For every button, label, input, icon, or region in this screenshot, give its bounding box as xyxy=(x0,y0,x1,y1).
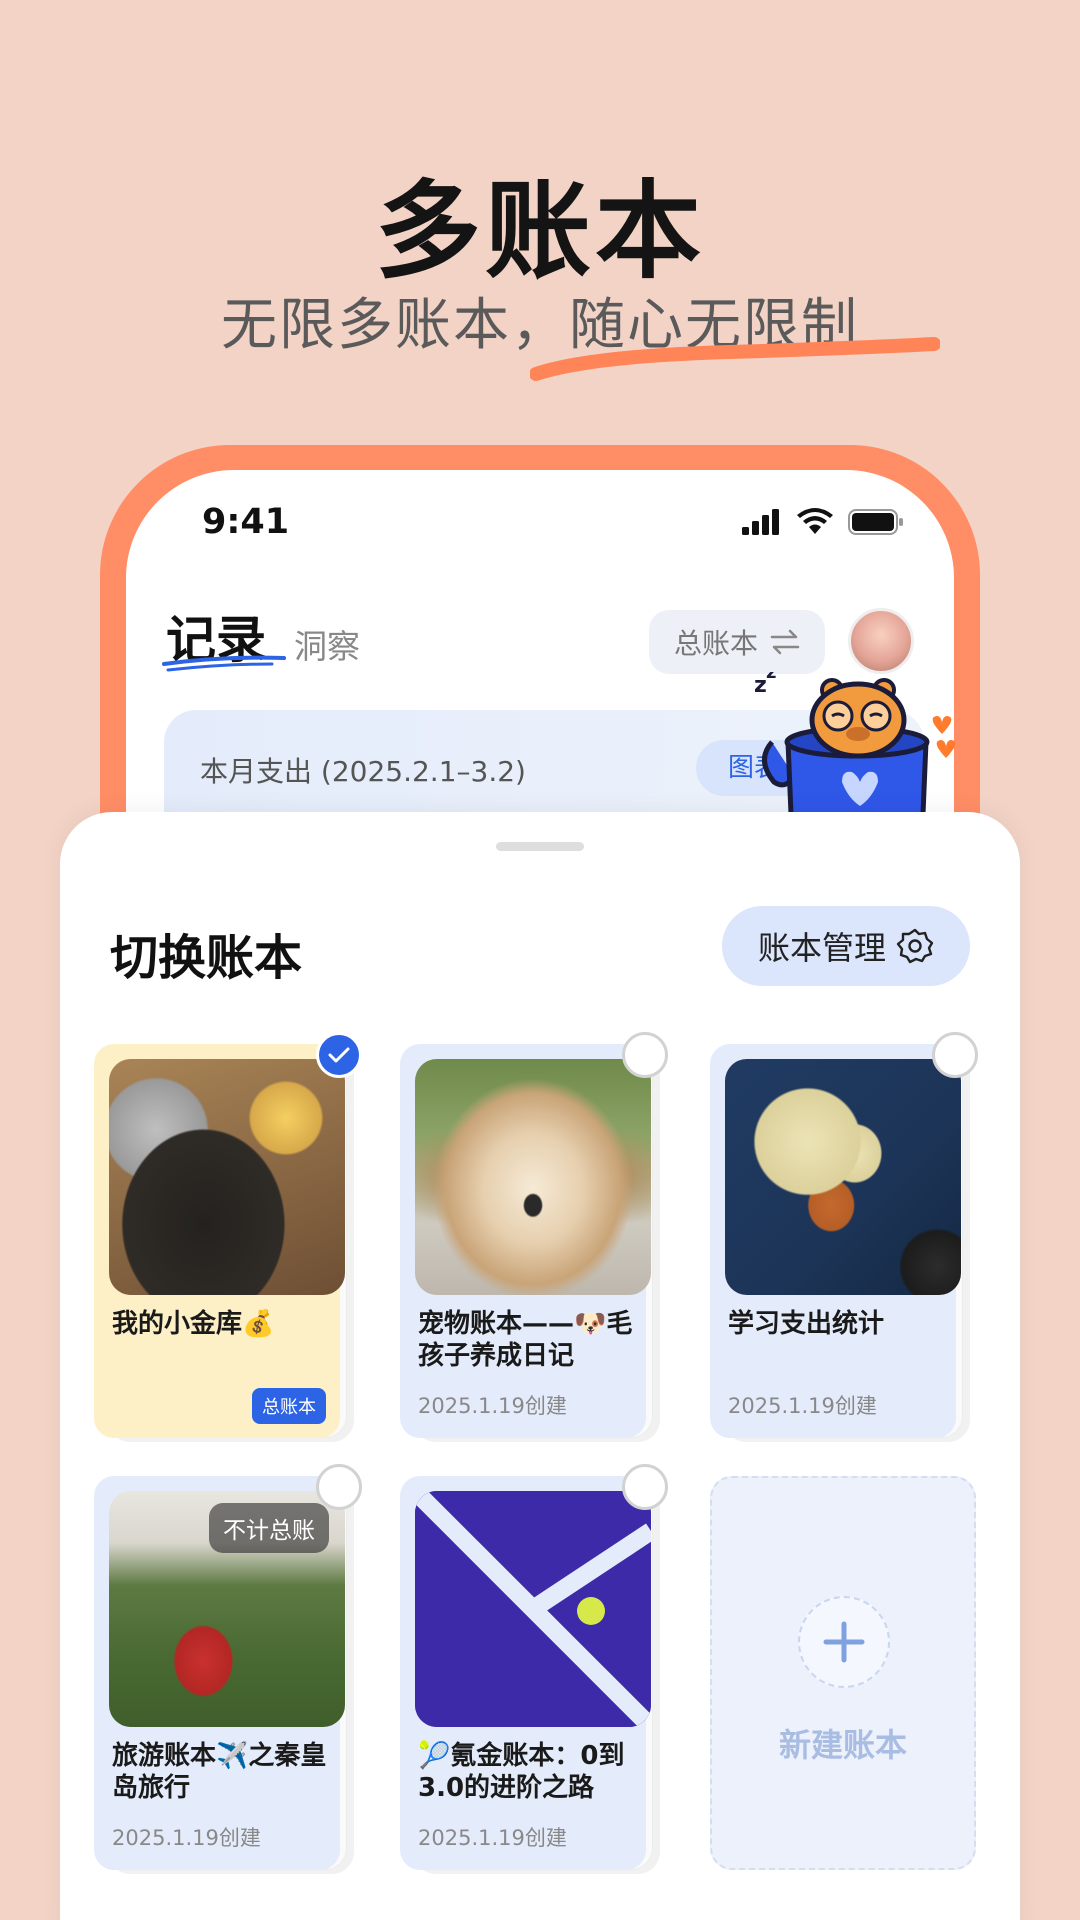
avatar[interactable] xyxy=(848,608,914,674)
ledger-photo-elephant-bus xyxy=(725,1059,961,1295)
sheet-title: 切换账本 xyxy=(110,930,303,986)
ledger-name: 宠物账本——🐶毛孩子养成日记 xyxy=(418,1309,633,1371)
wifi-icon xyxy=(797,508,833,534)
plus-icon xyxy=(798,1596,890,1688)
ledger-select-radio[interactable] xyxy=(622,1032,668,1078)
new-ledger-card[interactable]: 新建账本 xyxy=(710,1476,976,1870)
exclude-total-tag: 不计总账 xyxy=(209,1503,329,1553)
ledger-manage-button[interactable]: 账本管理 xyxy=(722,906,970,986)
ledger-created-date: 2025.1.19创建 xyxy=(418,1826,567,1850)
total-ledger-badge: 总账本 xyxy=(252,1388,326,1424)
cellular-signal-icon xyxy=(742,509,779,535)
ledger-card[interactable]: 🎾氪金账本：0到3.0的进阶之路 2025.1.19创建 xyxy=(400,1464,668,1874)
sheet-handle[interactable] xyxy=(496,842,584,851)
plus-glyph-icon xyxy=(823,1621,865,1663)
status-icons xyxy=(742,508,904,536)
ledger-name: 🎾氪金账本：0到3.0的进阶之路 xyxy=(418,1741,625,1803)
new-ledger-label: 新建账本 xyxy=(778,1726,907,1764)
ledger-created-date: 2025.1.19创建 xyxy=(728,1394,877,1418)
ledger-name: 我的小金库💰 xyxy=(112,1309,275,1339)
swap-icon xyxy=(770,629,800,655)
page-title: 多账本 xyxy=(375,170,705,293)
ledger-photo-camping: 不计总账 xyxy=(109,1491,345,1727)
gear-icon xyxy=(896,928,934,964)
status-time: 9:41 xyxy=(202,502,290,542)
ledger-switch-button[interactable]: 总账本 xyxy=(649,610,825,674)
svg-text:z: z xyxy=(754,673,767,698)
svg-text:z: z xyxy=(766,672,776,683)
tennis-court-graphic xyxy=(415,1491,651,1727)
ledger-card[interactable]: 我的小金库💰 总账本 xyxy=(94,1032,362,1442)
tab-record-underline xyxy=(162,655,286,672)
ledger-photo-dog xyxy=(415,1059,651,1295)
ledger-select-radio[interactable] xyxy=(622,1464,668,1510)
switch-ledger-sheet: 切换账本 账本管理 我的小金库💰 总账本 宠物账本——🐶毛孩子养成日记 2025… xyxy=(60,812,1020,1920)
ledger-switch-label: 总账本 xyxy=(673,627,758,660)
ledger-photo-tennis-court xyxy=(415,1491,651,1727)
ledger-manage-label: 账本管理 xyxy=(757,929,886,967)
ledger-select-radio[interactable] xyxy=(316,1464,362,1510)
ledger-select-checkbox[interactable] xyxy=(316,1032,362,1078)
check-icon xyxy=(328,1047,350,1063)
ledger-name: 旅游账本✈️之秦皇岛旅行 xyxy=(112,1741,327,1803)
battery-icon xyxy=(848,509,903,535)
ledger-created-date: 2025.1.19创建 xyxy=(112,1826,261,1850)
subtitle-underline xyxy=(530,337,940,381)
ledger-card[interactable]: 学习支出统计 2025.1.19创建 xyxy=(710,1032,978,1442)
ledger-select-radio[interactable] xyxy=(932,1032,978,1078)
ledger-name: 学习支出统计 xyxy=(728,1309,885,1339)
ledger-card[interactable]: 不计总账 旅游账本✈️之秦皇岛旅行 2025.1.19创建 xyxy=(94,1464,362,1874)
ledger-created-date: 2025.1.19创建 xyxy=(418,1394,567,1418)
tab-insight[interactable]: 洞察 xyxy=(294,620,360,668)
ledger-photo-sushi xyxy=(109,1059,345,1295)
month-expense-label: 本月支出 (2025.2.1–3.2) xyxy=(200,755,526,788)
ledger-card[interactable]: 宠物账本——🐶毛孩子养成日记 2025.1.19创建 xyxy=(400,1032,668,1442)
